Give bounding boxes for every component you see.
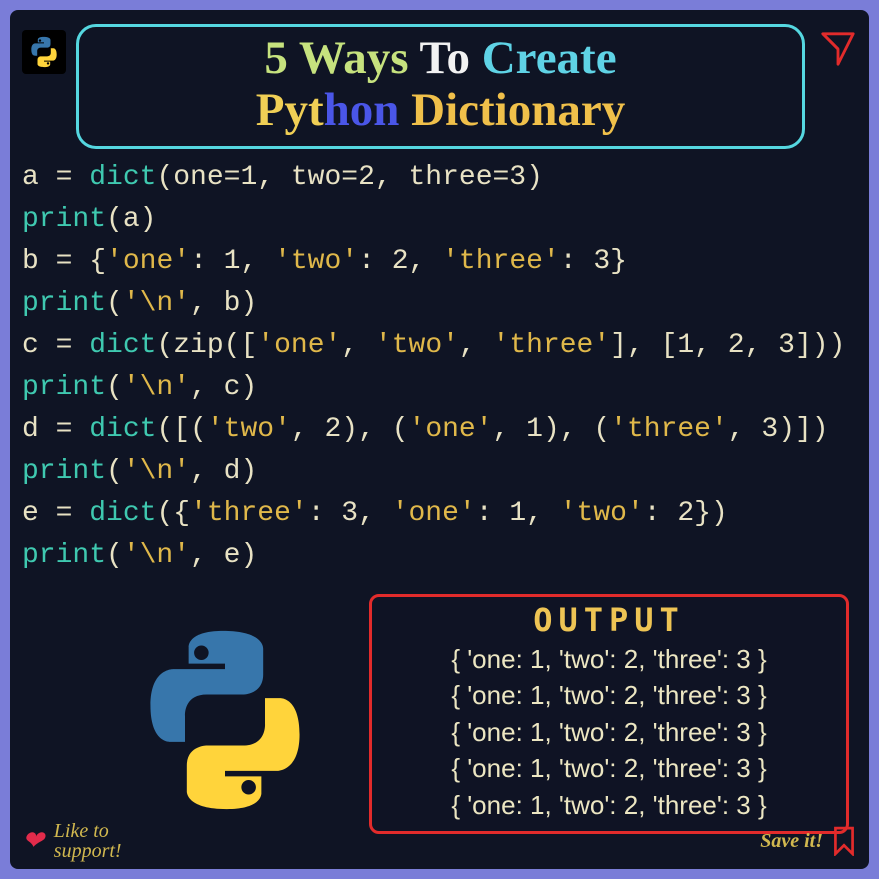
send-icon — [819, 30, 857, 68]
var-a: a — [22, 162, 39, 193]
title-word-5: Dictionary — [411, 84, 625, 136]
fn-dict: dict — [89, 330, 156, 361]
title-word-3: Create — [482, 32, 617, 84]
card-frame: 5 Ways To Create Python Dictionary a = d… — [10, 10, 869, 869]
fn-print: print — [22, 372, 106, 403]
save-section[interactable]: Save it! — [760, 826, 857, 856]
title-word-4b: hon — [324, 84, 400, 136]
output-line: { 'one: 1, 'two': 2, 'three': 3 } — [386, 677, 832, 713]
var-d: d — [22, 414, 39, 445]
fn-dict: dict — [89, 498, 156, 529]
var-b: b — [22, 246, 39, 277]
output-title: OUTPUT — [386, 601, 832, 639]
fn-print: print — [22, 204, 106, 235]
header-row: 5 Ways To Create Python Dictionary — [22, 24, 857, 149]
fn-dict: dict — [89, 414, 156, 445]
output-line: { 'one: 1, 'two': 2, 'three': 3 } — [386, 714, 832, 750]
like-label-2: support! — [54, 840, 122, 862]
var-e: e — [22, 498, 39, 529]
save-label: Save it! — [760, 830, 823, 853]
python-logo-small — [22, 30, 66, 74]
like-label-1: Like to — [54, 820, 109, 842]
output-box: OUTPUT { 'one: 1, 'two': 2, 'three': 3 }… — [369, 594, 849, 834]
fn-print: print — [22, 288, 106, 319]
title-word-2: To — [419, 32, 470, 84]
title-word-1: 5 Ways — [264, 32, 408, 84]
output-line: { 'one: 1, 'two': 2, 'three': 3 } — [386, 750, 832, 786]
footer: ❤ Like to support! Save it! — [22, 821, 857, 861]
output-line: { 'one: 1, 'two': 2, 'three': 3 } — [386, 641, 832, 677]
bookmark-icon — [831, 826, 857, 856]
var-c: c — [22, 330, 39, 361]
fn-dict: dict — [89, 162, 156, 193]
title-word-4a: Pyt — [256, 84, 324, 136]
python-logo-large — [120, 620, 330, 820]
title-box: 5 Ways To Create Python Dictionary — [76, 24, 805, 149]
heart-icon: ❤ — [22, 826, 44, 856]
fn-print: print — [22, 456, 106, 487]
like-section[interactable]: ❤ Like to support! — [22, 821, 122, 861]
fn-print: print — [22, 540, 106, 571]
output-line: { 'one: 1, 'two': 2, 'three': 3 } — [386, 787, 832, 823]
code-block: a = dict(one=1, two=2, three=3) print(a)… — [22, 157, 857, 577]
title: 5 Ways To Create Python Dictionary — [99, 33, 782, 136]
